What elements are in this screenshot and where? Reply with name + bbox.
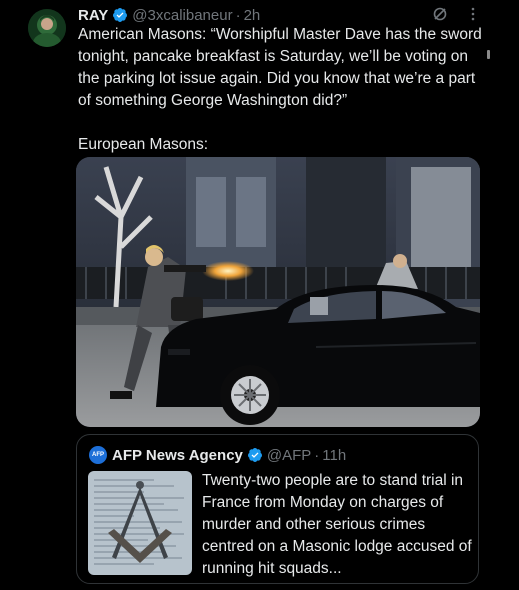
afp-avatar: AFP: [89, 446, 107, 464]
tweet-text-paragraph-1: American Masons: “Worshipful Master Dave…: [78, 26, 487, 109]
grok-icon[interactable]: [432, 6, 448, 22]
quoted-tweet-card[interactable]: AFP AFP News Agency @AFP · 11h Twenty-tw…: [76, 434, 479, 584]
timestamp[interactable]: 2h: [244, 7, 261, 24]
verified-badge-icon: [247, 447, 263, 463]
quote-timestamp: 11h: [322, 446, 347, 464]
quote-handle: @AFP: [266, 446, 312, 464]
avatar-image: [28, 9, 66, 47]
tweet-media-image[interactable]: [76, 157, 480, 427]
quote-header: AFP AFP News Agency @AFP · 11h: [89, 445, 346, 465]
separator: ·: [235, 6, 241, 24]
quote-text: Twenty-two people are to stand trial in …: [202, 472, 472, 577]
verified-badge-icon: [112, 7, 128, 23]
quote-thumbnail-image: [88, 471, 192, 575]
handle[interactable]: @3xcalibaneur: [132, 7, 232, 24]
display-name[interactable]: RAY: [78, 7, 108, 24]
quote-display-name: AFP News Agency: [112, 446, 243, 464]
avatar[interactable]: [28, 9, 66, 47]
more-icon[interactable]: [470, 6, 476, 22]
tweet-text: American Masons: “Worshipful Master Dave…: [78, 24, 488, 156]
masonic-compass-image: [88, 471, 192, 575]
quote-separator: ·: [314, 446, 320, 464]
tweet-header: RAY @3xcalibaneur · 2h: [78, 5, 260, 25]
media-photo: [76, 157, 480, 427]
tweet-text-paragraph-2: European Masons:: [78, 136, 209, 153]
